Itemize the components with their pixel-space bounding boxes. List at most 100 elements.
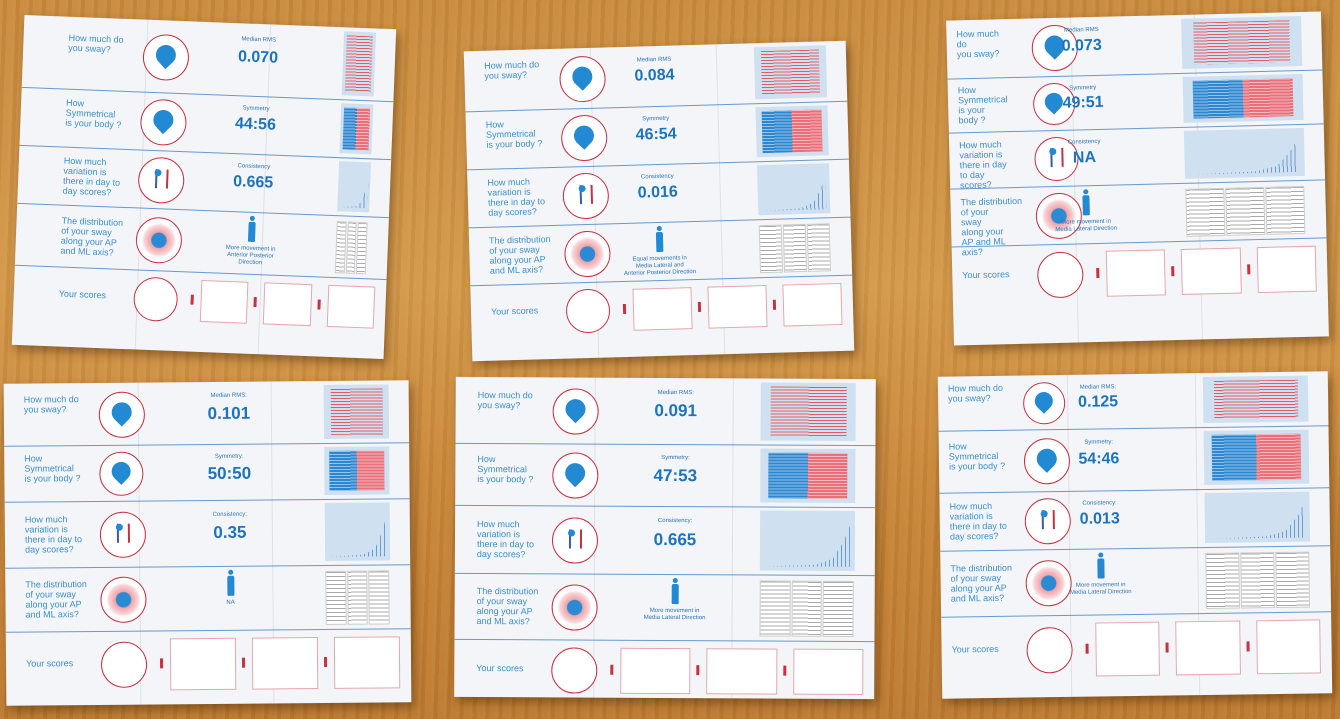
report-row: The distribution of your sway along your… — [5, 564, 411, 632]
data-table — [822, 580, 854, 637]
metric-label: Consistency — [640, 174, 674, 181]
figure-marker-icon — [696, 665, 700, 676]
question-text: How much variation is there in day to da… — [24, 514, 83, 555]
figure-marker-icon — [1246, 641, 1250, 652]
metric-label: Symmetry — [1069, 84, 1097, 92]
metric-label: Median RMS: — [210, 392, 247, 400]
metric-value: 0.070 — [237, 48, 279, 67]
data-table — [1275, 551, 1311, 609]
drop-icon — [107, 398, 137, 427]
mini-plot — [326, 284, 376, 329]
your-scores-label: Your scores — [476, 663, 524, 674]
mini-plot — [707, 285, 768, 329]
chart-panel — [759, 510, 856, 571]
metric-label: Median RMS: — [657, 389, 694, 397]
data-table — [782, 223, 808, 273]
report-row: The distribution of your sway along your… — [940, 545, 1331, 616]
sway-icon — [552, 452, 599, 499]
metric-label: Median RMS — [241, 36, 277, 44]
data-table — [1205, 552, 1241, 610]
metric-label: Symmetry — [642, 116, 670, 123]
metric-value: 0.125 — [1077, 393, 1119, 411]
report-row: How much do you sway? Median RMS 0.073 — [946, 11, 1322, 78]
question-text: How Symmetrical is your body ? — [957, 84, 1008, 126]
report-sheet: How much do you sway? Median RMS 0.070 How … — [11, 14, 397, 360]
report-row: How much do you sway? Median RMS: 0.101 — [4, 380, 410, 446]
radial-icon — [141, 222, 177, 258]
consistency-curve — [1210, 503, 1305, 539]
chart-panel — [324, 446, 390, 495]
metric-value: 0.091 — [654, 401, 697, 421]
figure-marker-icon — [317, 299, 321, 310]
consistency-curve — [761, 174, 827, 211]
report-row: The distribution of your sway along your… — [469, 217, 852, 286]
report-row: Your scores — [952, 237, 1328, 306]
metric-label: Symmetry — [242, 105, 270, 113]
pin-icon — [110, 521, 135, 549]
metric-label: Consistency: — [212, 511, 247, 518]
data-table — [345, 221, 358, 274]
metric-value: 50:50 — [207, 463, 252, 483]
metric-label: Median RMS — [636, 56, 672, 64]
mini-plot — [620, 647, 691, 695]
data-table — [346, 570, 369, 625]
sway-icon — [99, 451, 144, 496]
report-row: Your scores — [941, 611, 1332, 684]
pin-icon — [573, 182, 598, 211]
metric-value: 44:56 — [234, 115, 277, 135]
mini-plot — [1255, 619, 1321, 675]
question-text: How Symmetrical is your body ? — [948, 441, 1006, 472]
chart-panel — [1182, 73, 1304, 123]
question-text: How much do you sway? — [23, 394, 79, 415]
report-row: How much variation is there in day to da… — [949, 123, 1325, 190]
distribution-note: NA — [226, 599, 235, 606]
figure-marker-icon — [242, 657, 246, 668]
drop-icon — [151, 40, 181, 70]
report-row: How much variation is there in day to da… — [455, 505, 875, 575]
your-scores-label: Your scores — [26, 658, 74, 669]
consistency-curve — [1190, 138, 1299, 174]
report-row: Your scores — [454, 639, 874, 699]
metric-label: Median RMS — [1063, 27, 1099, 35]
question-text: How much variation is there in day to da… — [487, 176, 546, 218]
body-figure-icon — [247, 216, 256, 242]
question-text: The distribution of your sway along your… — [950, 562, 1013, 604]
consistency-curve — [339, 172, 369, 208]
data-table — [1185, 187, 1226, 237]
chart-panel — [1202, 375, 1309, 424]
chart-panel — [339, 103, 374, 155]
report-row: The distribution of your sway along your… — [950, 179, 1326, 257]
figure-marker-icon — [772, 299, 777, 310]
metric-value: NA — [1072, 148, 1097, 167]
drop-icon — [569, 121, 599, 150]
chart-panel — [323, 384, 390, 439]
figure-marker-icon — [697, 301, 702, 312]
question-text: The distribution of your sway along your… — [25, 579, 87, 620]
symmetry-bars — [342, 107, 371, 151]
mini-plot — [333, 636, 401, 689]
question-text: The distribution of your sway along your… — [476, 586, 539, 627]
data-table — [356, 221, 368, 275]
variation-icon — [562, 172, 610, 220]
pin-icon — [148, 166, 174, 195]
chart-panel — [324, 502, 391, 561]
figure-marker-icon — [253, 297, 258, 308]
metric-label: Consistency — [237, 163, 271, 171]
distribution-note: More movement in Media Lateral Direction — [1069, 582, 1132, 596]
body-figure-icon — [655, 226, 664, 252]
question-text: How Symmetrical is your body ? — [24, 453, 81, 484]
metric-label: Consistency: — [1082, 500, 1117, 508]
mini-plot — [263, 282, 313, 327]
report-row: How Symmetrical is your body ? Symmetry: 4… — [455, 443, 875, 507]
drop-icon — [561, 458, 590, 488]
drop-icon — [149, 105, 178, 135]
data-table — [791, 580, 823, 637]
mini-plot — [1105, 249, 1167, 297]
mini-plot — [706, 648, 778, 695]
mini-plot — [1256, 245, 1317, 294]
mini-plot — [1095, 621, 1161, 677]
your-scores-label: Your scores — [962, 269, 1010, 281]
figure-marker-icon — [610, 664, 614, 675]
data-table — [1225, 186, 1266, 236]
symmetry-bars — [761, 109, 823, 154]
